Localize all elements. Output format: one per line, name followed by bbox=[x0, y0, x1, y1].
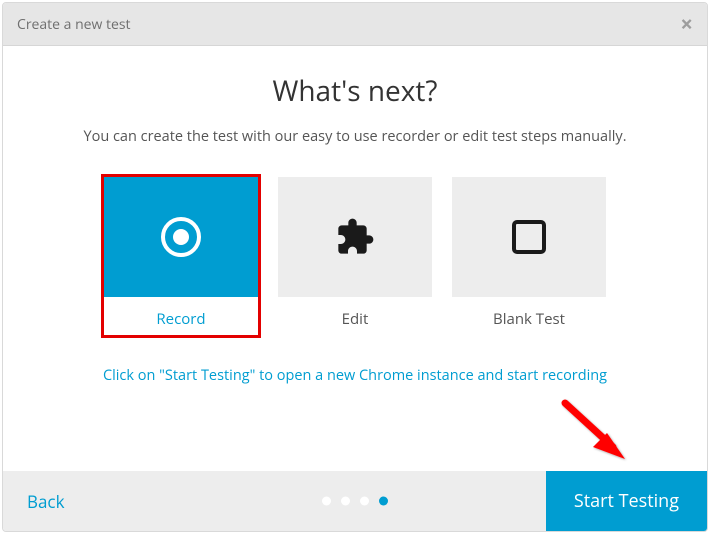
record-icon bbox=[158, 214, 204, 260]
option-group: Record Edit Blank Test bbox=[43, 174, 667, 338]
square-icon bbox=[509, 217, 549, 257]
back-button[interactable]: Back bbox=[3, 471, 89, 531]
option-edit[interactable]: Edit bbox=[275, 174, 435, 338]
modal-footer: Back Start Testing bbox=[3, 471, 707, 531]
start-testing-button[interactable]: Start Testing bbox=[546, 471, 707, 531]
option-blank-label: Blank Test bbox=[449, 309, 609, 329]
option-edit-label: Edit bbox=[275, 309, 435, 329]
page-subheading: You can create the test with our easy to… bbox=[43, 126, 667, 148]
modal-header: Create a new test × bbox=[3, 3, 707, 46]
hint-text: Click on "Start Testing" to open a new C… bbox=[43, 366, 667, 385]
option-record-label: Record bbox=[104, 309, 258, 329]
step-dot bbox=[360, 497, 369, 506]
page-heading: What's next? bbox=[43, 72, 667, 110]
close-icon[interactable]: × bbox=[680, 13, 693, 35]
puzzle-icon bbox=[335, 217, 375, 257]
option-edit-tile bbox=[278, 177, 432, 297]
step-dot bbox=[322, 497, 331, 506]
modal-body: What's next? You can create the test wit… bbox=[3, 46, 707, 471]
option-blank-tile bbox=[452, 177, 606, 297]
modal-dialog: Create a new test × What's next? You can… bbox=[2, 2, 708, 532]
option-record[interactable]: Record bbox=[101, 174, 261, 338]
step-indicator bbox=[322, 497, 388, 506]
step-dot bbox=[341, 497, 350, 506]
option-record-tile bbox=[104, 177, 258, 297]
step-dot-active bbox=[379, 497, 388, 506]
option-blank[interactable]: Blank Test bbox=[449, 174, 609, 338]
modal-title: Create a new test bbox=[17, 15, 131, 34]
